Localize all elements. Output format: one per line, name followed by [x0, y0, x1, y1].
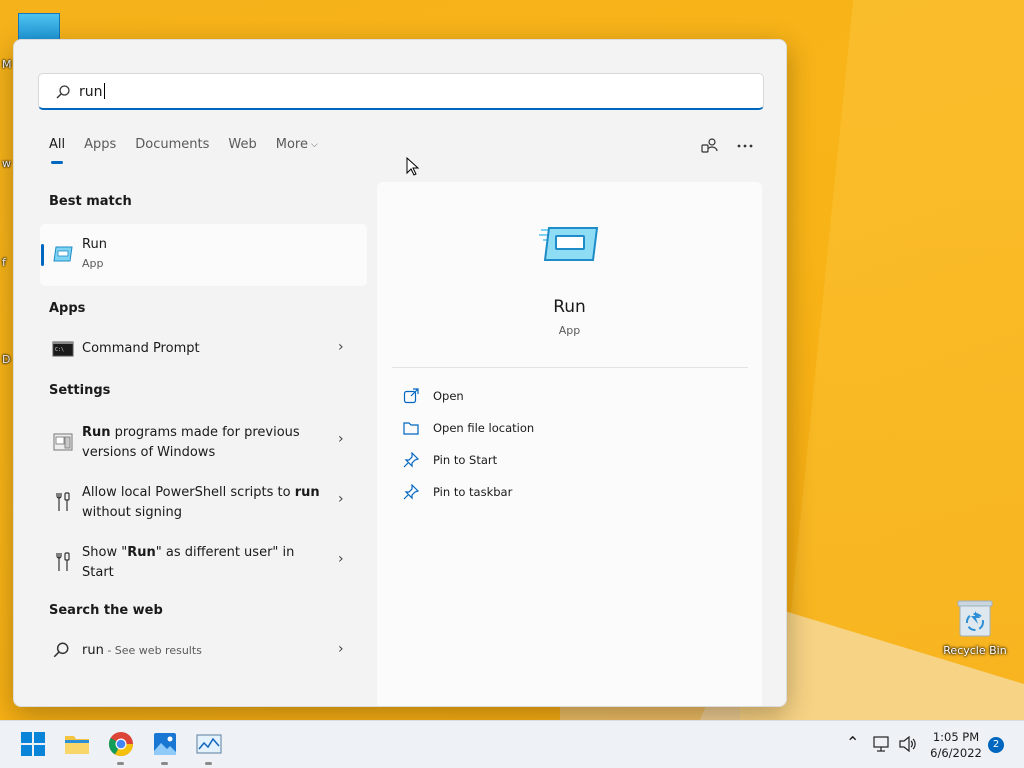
clock[interactable]: 1:05 PM 6/6/2022	[924, 729, 988, 761]
developer-tools-icon	[56, 492, 70, 511]
best-match-kind: App	[82, 257, 104, 270]
chevron-right-icon[interactable]: ›	[338, 431, 344, 447]
action-label: Open file location	[433, 421, 535, 435]
best-match-name: Run	[82, 237, 107, 252]
action-label: Open	[433, 389, 464, 403]
volume-icon[interactable]	[898, 735, 918, 753]
web-search-item[interactable]: run - See web results ›	[40, 639, 367, 669]
list-item[interactable]: C:\ Command Prompt ›	[40, 337, 367, 371]
action-label: Pin to taskbar	[433, 485, 513, 499]
tab-web[interactable]: Web	[228, 137, 256, 163]
running-indicator	[161, 762, 168, 765]
list-item[interactable]: Show "Run" as different user" in Start ›	[40, 539, 367, 583]
running-indicator	[205, 762, 212, 765]
desktop-icon-label: D	[2, 353, 11, 366]
taskbar-task-manager[interactable]	[194, 729, 224, 765]
chevron-up-icon[interactable]: ⌃	[846, 733, 859, 752]
open-icon	[403, 388, 419, 404]
svg-text:C:\: C:\	[55, 347, 64, 353]
search-input[interactable]: run	[38, 73, 764, 110]
clock-date: 6/6/2022	[930, 746, 982, 760]
tab-documents[interactable]: Documents	[135, 137, 209, 163]
tab-apps[interactable]: Apps	[84, 137, 116, 163]
web-query: run - See web results	[82, 643, 202, 658]
account-switch-icon[interactable]	[699, 135, 721, 157]
more-options-icon[interactable]	[734, 135, 756, 157]
section-best-match: Best match	[49, 194, 132, 209]
chrome-icon	[108, 732, 133, 757]
desktop-icon-label: w	[2, 157, 11, 170]
taskbar-chrome[interactable]	[106, 729, 136, 765]
recycle-bin-icon	[956, 598, 994, 638]
tab-all[interactable]: All	[49, 137, 65, 164]
divider	[392, 367, 748, 368]
task-manager-icon	[196, 734, 222, 754]
selection-indicator	[41, 244, 44, 266]
best-match-item[interactable]: Run App	[40, 224, 367, 286]
filter-tabs: All Apps Documents Web More ⌵	[49, 137, 337, 164]
setting-text: Allow local PowerShell scripts to run wi…	[82, 485, 320, 520]
search-query: run	[79, 83, 105, 100]
chevron-right-icon[interactable]: ›	[338, 641, 344, 657]
developer-tools-icon	[56, 552, 70, 571]
command-prompt-icon: C:\	[52, 341, 74, 357]
detail-name: Run	[553, 297, 586, 317]
start-icon	[21, 732, 45, 756]
chevron-down-icon: ⌵	[311, 140, 318, 150]
search-icon	[53, 642, 69, 658]
photos-icon	[154, 733, 176, 755]
section-apps: Apps	[49, 301, 86, 316]
mouse-cursor-icon	[406, 157, 420, 176]
network-icon[interactable]	[872, 735, 892, 753]
recycle-bin-label: Recycle Bin	[943, 644, 1007, 657]
chevron-right-icon[interactable]: ›	[338, 551, 344, 567]
setting-text: Show "Run" as different user" in Start	[82, 545, 295, 580]
folder-icon	[403, 422, 419, 435]
action-label: Pin to Start	[433, 453, 498, 467]
tab-more[interactable]: More ⌵	[276, 137, 318, 163]
run-app-icon	[539, 227, 599, 261]
notification-badge[interactable]: 2	[988, 737, 1004, 753]
start-button[interactable]	[18, 729, 48, 759]
taskbar-photos[interactable]	[150, 729, 180, 765]
run-app-icon	[53, 246, 73, 262]
pin-icon	[403, 484, 419, 500]
app-name: Command Prompt	[82, 341, 200, 356]
section-search-web: Search the web	[49, 603, 163, 618]
tab-more-label: More	[275, 137, 308, 152]
setting-text: Run programs made for previous versions …	[82, 425, 300, 460]
search-icon	[56, 85, 70, 99]
pin-icon	[403, 452, 419, 468]
compatibility-icon	[53, 433, 73, 451]
file-explorer-icon	[65, 736, 89, 754]
taskbar: ⌃ 1:05 PM 6/6/2022 2	[0, 720, 1024, 768]
list-item[interactable]: Run programs made for previous versions …	[40, 419, 367, 463]
detail-pane: Run App Open Open file location Pin to S…	[377, 182, 762, 706]
recycle-bin[interactable]: Recycle Bin	[940, 598, 1010, 657]
chevron-right-icon[interactable]: ›	[338, 339, 344, 355]
section-settings: Settings	[49, 383, 111, 398]
taskbar-file-explorer[interactable]	[62, 729, 92, 759]
desktop-icon-label: M	[2, 58, 12, 71]
running-indicator	[117, 762, 124, 765]
chevron-right-icon[interactable]: ›	[338, 491, 344, 507]
detail-kind: App	[558, 324, 581, 337]
search-panel: run All Apps Documents Web More ⌵ Best ma…	[13, 39, 787, 707]
clock-time: 1:05 PM	[932, 730, 980, 744]
list-item[interactable]: Allow local PowerShell scripts to run wi…	[40, 479, 367, 523]
desktop-icon-label: f	[2, 256, 6, 269]
